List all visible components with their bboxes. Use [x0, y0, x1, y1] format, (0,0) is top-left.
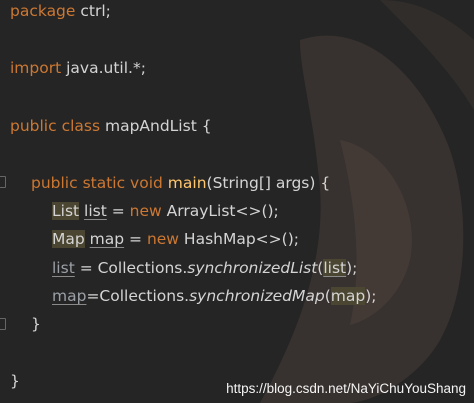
- code-line-map-decl: Map map = new HashMap<>();: [52, 228, 299, 250]
- fold-marker-icon[interactable]: [0, 176, 6, 188]
- brace: }: [31, 315, 41, 333]
- code-line-close-method: }: [31, 313, 41, 335]
- code-text: );: [346, 259, 358, 277]
- code-text: ArrayList<>();: [161, 202, 279, 220]
- method-name: main: [162, 174, 207, 192]
- fold-marker-icon[interactable]: [0, 318, 6, 330]
- class-name: mapAndList: [100, 117, 197, 135]
- variable: map: [52, 287, 87, 305]
- keyword: new: [129, 202, 162, 220]
- variable: list: [84, 202, 107, 220]
- type-name: List: [52, 202, 80, 220]
- code-line-list-decl: List list = new ArrayList<>();: [52, 200, 279, 222]
- code-text: =: [106, 202, 130, 220]
- watermark: https://blog.csdn.net/NaYiChuYouShang: [226, 381, 466, 396]
- code-text: = Collections.: [74, 259, 188, 277]
- variable: list: [52, 259, 75, 277]
- code-line-sync-map: map=Collections.synchronizedMap(map);: [52, 285, 377, 307]
- code-line-class-decl: public class mapAndList {: [10, 115, 212, 137]
- method-call: synchronizedList: [187, 259, 318, 277]
- code-text: java.util.*;: [61, 59, 146, 77]
- code-editor[interactable]: package ctrl; import java.util.*; public…: [0, 0, 474, 403]
- code-line-package: package ctrl;: [10, 0, 111, 22]
- brace: {: [196, 117, 212, 135]
- code-text: (String[] args) {: [206, 174, 331, 192]
- argument: map: [330, 287, 366, 305]
- type-name: Map: [52, 230, 85, 248]
- code-line-main-decl: public static void main(String[] args) {: [31, 172, 330, 194]
- keyword: new: [146, 230, 179, 248]
- keyword: package: [10, 2, 76, 20]
- brace: }: [10, 372, 20, 390]
- code-text: ctrl;: [75, 2, 111, 20]
- code-line-sync-list: list = Collections.synchronizedList(list…: [52, 257, 357, 279]
- code-line-close-class: }: [10, 370, 20, 392]
- keyword: public class: [10, 117, 101, 135]
- argument: list: [323, 259, 347, 277]
- code-line-import: import java.util.*;: [10, 57, 146, 79]
- keyword: import: [10, 59, 62, 77]
- code-text: );: [365, 287, 377, 305]
- code-text: HashMap<>();: [178, 230, 299, 248]
- keyword: public static void: [31, 174, 163, 192]
- code-text: =Collections.: [86, 287, 190, 305]
- paren: (: [324, 287, 331, 305]
- method-call: synchronizedMap: [189, 287, 325, 305]
- code-text: =: [124, 230, 147, 248]
- variable: map: [89, 230, 125, 248]
